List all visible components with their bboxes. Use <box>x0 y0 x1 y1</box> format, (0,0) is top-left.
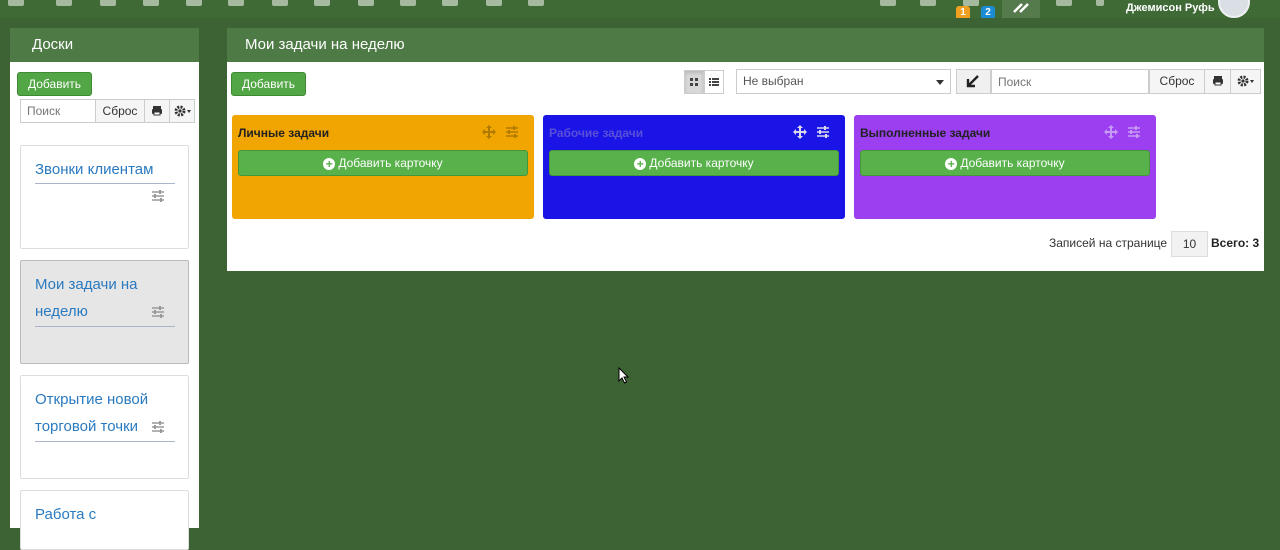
nav-icon[interactable] <box>56 0 72 6</box>
column-title: Выполненные задачи <box>860 126 991 140</box>
add-column-button[interactable]: Добавить <box>231 72 307 96</box>
collapse-button[interactable] <box>956 69 991 94</box>
per-page-label: Записей на странице <box>1049 236 1168 250</box>
kanban-column: Выполненные задачи + Добавить карточку <box>854 115 1156 219</box>
column-title: Личные задачи <box>238 126 330 140</box>
sliders-icon <box>1128 126 1140 138</box>
print-button[interactable] <box>1204 69 1231 94</box>
filter-select-value: Не выбран <box>743 74 804 88</box>
column-search-input[interactable] <box>991 69 1149 94</box>
reset-button[interactable]: Сброс <box>1149 69 1205 94</box>
page-title: Мои задачи на неделю <box>227 28 1264 62</box>
per-page-select[interactable]: 10 <box>1171 231 1208 257</box>
add-board-button[interactable]: Добавить <box>17 72 93 96</box>
move-icon <box>482 125 496 139</box>
board-card-title[interactable]: Работа с <box>35 501 175 528</box>
double-arrow-icon <box>1013 3 1029 13</box>
column-settings-button[interactable] <box>816 125 830 142</box>
settings-button[interactable] <box>1230 69 1261 94</box>
board-reset-button[interactable]: Сброс <box>95 99 145 123</box>
divider <box>35 183 175 184</box>
move-column-handle[interactable] <box>793 125 807 142</box>
board-card[interactable]: Звонки клиентам <box>20 145 189 249</box>
gear-icon <box>1237 75 1254 87</box>
board-card[interactable]: Мои задачи на неделю <box>20 260 189 364</box>
plus-circle-icon: + <box>945 158 958 170</box>
avatar[interactable] <box>1218 0 1250 18</box>
sliders-icon <box>817 126 829 138</box>
top-navbar: 1 2 Джемисон Руфь <box>0 0 1280 18</box>
nav-icon[interactable] <box>358 0 374 6</box>
gear-icon <box>174 105 191 117</box>
nav-icon[interactable] <box>100 0 116 6</box>
print-icon <box>152 106 162 116</box>
sliders-icon <box>152 190 164 202</box>
nav-icon[interactable] <box>920 0 936 6</box>
divider <box>35 441 175 442</box>
settings-button[interactable] <box>169 99 195 123</box>
move-icon <box>1104 125 1118 139</box>
nav-icon[interactable] <box>272 0 288 6</box>
sliders-icon <box>152 421 164 433</box>
cursor-icon <box>618 366 630 384</box>
message-badge: 2 <box>981 6 995 18</box>
plus-icon[interactable] <box>1096 0 1104 6</box>
nav-active-tab[interactable] <box>1002 0 1040 18</box>
chevron-down-icon <box>936 80 944 85</box>
add-card-button[interactable]: + Добавить карточку <box>860 150 1150 176</box>
move-column-handle[interactable] <box>482 125 496 142</box>
add-card-label: Добавить карточку <box>338 156 443 170</box>
total-count: Всего: 3 <box>1211 236 1260 250</box>
add-card-button[interactable]: + Добавить карточку <box>549 150 839 176</box>
column-settings-button[interactable] <box>1127 125 1141 142</box>
nav-icon[interactable] <box>880 0 896 6</box>
board-card[interactable]: Работа с <box>20 490 189 550</box>
nav-icon[interactable] <box>186 0 202 6</box>
column-settings-button[interactable] <box>505 125 519 142</box>
kanban-column: Личные задачи + Добавить карточку <box>232 115 534 219</box>
nav-icon[interactable] <box>486 0 502 6</box>
add-card-label: Добавить карточку <box>649 156 754 170</box>
nav-icon[interactable] <box>528 0 544 6</box>
board-settings-button[interactable] <box>151 305 165 322</box>
boards-sidebar: Доски Добавить Сброс Звонки клиентам Мои… <box>10 28 199 550</box>
board-search-input[interactable] <box>20 99 96 123</box>
nav-icon[interactable] <box>400 0 416 6</box>
board-settings-button[interactable] <box>151 420 165 437</box>
print-button[interactable] <box>144 99 170 123</box>
sliders-icon <box>152 306 164 318</box>
nav-icon[interactable] <box>1056 0 1072 6</box>
filter-select[interactable]: Не выбран <box>736 69 951 94</box>
kanban-column: Рабочие задачи + Добавить карточку <box>543 115 845 219</box>
print-icon <box>1213 76 1223 86</box>
board-settings-button[interactable] <box>151 189 165 206</box>
sidebar-title: Доски <box>10 28 199 62</box>
nav-icon[interactable] <box>442 0 458 6</box>
divider <box>35 326 175 327</box>
nav-icon[interactable] <box>228 0 244 6</box>
sliders-icon <box>506 126 518 138</box>
nav-icon[interactable] <box>143 0 159 6</box>
arrow-down-left-icon <box>966 75 979 88</box>
grid-icon <box>690 78 698 86</box>
add-card-button[interactable]: + Добавить карточку <box>238 150 528 176</box>
list-icon <box>709 78 719 86</box>
notification-badge: 1 <box>956 6 970 18</box>
nav-icon[interactable] <box>8 0 24 6</box>
nav-icon[interactable] <box>314 0 330 6</box>
plus-circle-icon: + <box>634 158 647 170</box>
column-title: Рабочие задачи <box>549 126 644 140</box>
board-panel: Мои задачи на неделю Добавить Не выбран … <box>227 28 1264 271</box>
view-toggle <box>684 70 724 94</box>
move-icon <box>793 125 807 139</box>
move-column-handle[interactable] <box>1104 125 1118 142</box>
add-card-label: Добавить карточку <box>960 156 1065 170</box>
plus-circle-icon: + <box>323 158 336 170</box>
board-card-title[interactable]: Звонки клиентам <box>35 156 175 183</box>
list-view-button[interactable] <box>704 70 724 94</box>
grid-view-button[interactable] <box>684 70 704 94</box>
board-card[interactable]: Открытие новой торговой точки <box>20 375 189 479</box>
user-name[interactable]: Джемисон Руфь <box>1126 2 1215 14</box>
mouse-cursor <box>618 366 630 388</box>
